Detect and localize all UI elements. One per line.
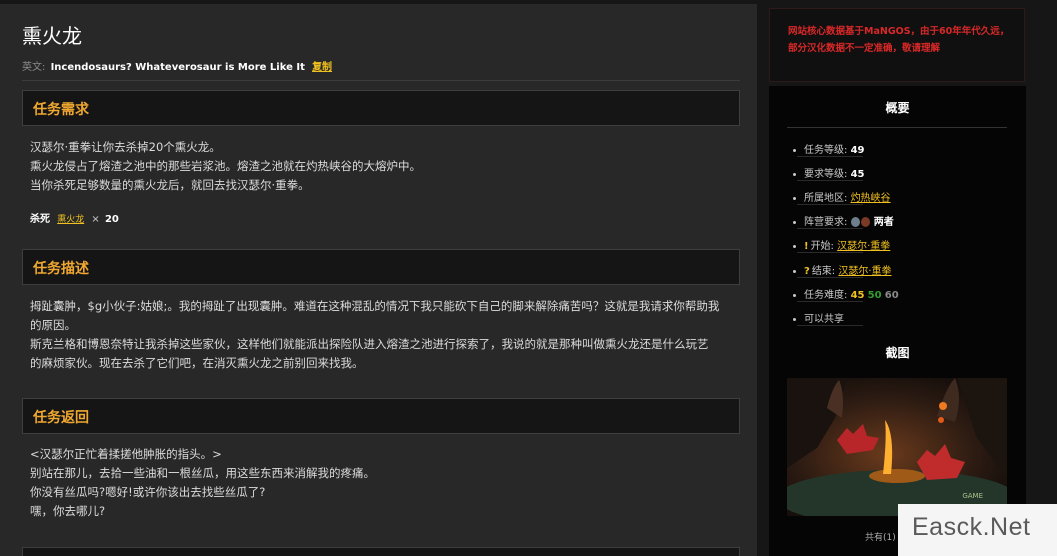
info-label: 任务等级: — [804, 145, 848, 156]
info-quest-start: ! 开始: 汉瑟尔·重拳 — [793, 237, 890, 252]
screenshot-title: 截图 — [885, 346, 910, 360]
notice-text: 网站核心数据基于MaNGOS，由于60年年代久远，部分汉化数据不一定准确，敬请理… — [788, 26, 1010, 54]
sidebar-divider — [787, 127, 1007, 128]
requirements-text: 汉瑟尔·重拳让你去杀掉20个熏火龙。 熏火龙侵占了熔渣之池中的那些岩浆池。熔渣之… — [30, 138, 742, 195]
info-faction: 阵营要求: 两者 — [793, 213, 894, 228]
kill-label: 杀死 — [30, 214, 50, 225]
info-value: 45 — [850, 169, 865, 180]
screenshot-image-icon: GAME — [787, 378, 1007, 516]
text-line: 别站在那儿，去拾一些油和一根丝瓜，用这些东西来消解我的疼痛。 — [30, 466, 375, 480]
text-line: 的麻烦家伙。现在去杀了它们吧，在消灭熏火龙之前别回来找我。 — [30, 356, 364, 370]
info-label: 可以共享 — [804, 314, 844, 325]
screenshot-count: 共有(1) — [865, 533, 896, 543]
section-header-description: 任务描述 — [22, 249, 740, 285]
item-underline — [797, 228, 863, 229]
return-text: <汉瑟尔正忙着揉搓他肿胀的指头。> 别站在那儿，去拾一些油和一根丝瓜，用这些东西… — [30, 445, 742, 521]
english-title: Incendosaurs? Whateverosaur is More Like… — [50, 62, 305, 73]
data-notice-box: 网站核心数据基于MaNGOS，由于60年年代久远，部分汉化数据不一定准确，敬请理… — [769, 8, 1025, 82]
bullet-icon — [793, 148, 796, 152]
exclamation-icon: ! — [804, 241, 809, 252]
section-heading: 任务返回 — [33, 410, 89, 426]
kill-objective: 杀死 熏火龙 × 20 — [30, 210, 119, 225]
item-underline — [797, 252, 863, 253]
section-header-return: 任务返回 — [22, 398, 740, 434]
kill-count: 20 — [104, 214, 119, 225]
info-label: 要求等级: — [804, 169, 848, 180]
start-npc-link[interactable]: 汉瑟尔·重拳 — [837, 241, 890, 252]
watermark-logo: Easck.Net — [898, 504, 1057, 556]
difficulty-value-green: 50 — [867, 290, 882, 301]
info-difficulty: 任务难度: 45 50 60 — [793, 286, 899, 301]
bullet-icon — [793, 172, 796, 176]
item-underline — [797, 204, 863, 205]
info-zone: 所属地区: 灼热峡谷 — [793, 189, 891, 204]
bullet-icon — [793, 220, 796, 224]
item-underline — [797, 301, 863, 302]
item-underline — [797, 180, 863, 181]
info-label: 任务难度: — [804, 290, 848, 301]
kill-multiplier: × — [91, 214, 100, 225]
text-line: 汉瑟尔·重拳让你去杀掉20个熏火龙。 — [30, 140, 221, 154]
text-line: 斯克兰格和博恩奈特让我杀掉这些家伙，这样他们就能派出探险队进入熔渣之池进行探索了… — [30, 337, 709, 351]
section-header-next — [22, 547, 740, 556]
watermark-text: Easck.Net — [912, 513, 1031, 541]
info-label: 所属地区: — [804, 193, 848, 204]
info-quest-level: 任务等级: 49 — [793, 141, 864, 156]
text-line: 熏火龙侵占了熔渣之池中的那些岩浆池。熔渣之池就在灼热峡谷的大熔炉中。 — [30, 159, 421, 173]
info-label: 开始: — [810, 241, 834, 252]
item-underline — [797, 277, 863, 278]
info-label: 结束: — [811, 266, 836, 277]
difficulty-value-grey: 60 — [884, 290, 899, 301]
info-quest-end: ? 结束: 汉瑟尔·重拳 — [793, 262, 892, 277]
question-icon: ? — [804, 266, 810, 277]
description-text: 拇趾囊肿，$g小伙子:姑娘;。我的拇趾了出现囊肿。难道在这种混乱的情况下我只能砍… — [30, 297, 742, 373]
info-value: 两者 — [873, 217, 894, 228]
text-line: <汉瑟尔正忙着揉搓他肿胀的指头。> — [30, 447, 222, 461]
bullet-icon — [793, 244, 796, 248]
kill-target-link[interactable]: 熏火龙 — [57, 215, 84, 225]
text-line: 嘿，你去哪儿? — [30, 504, 106, 518]
svg-text:GAME: GAME — [962, 492, 983, 500]
text-line: 拇趾囊肿，$g小伙子:姑娘;。我的拇趾了出现囊肿。难道在这种混乱的情况下我只能砍… — [30, 299, 720, 313]
quest-main-panel: 熏火龙 英文: Incendosaurs? Whateverosaur is M… — [0, 4, 757, 556]
english-title-row: 英文: Incendosaurs? Whateverosaur is More … — [22, 58, 332, 73]
title-divider — [22, 80, 740, 81]
bullet-icon — [793, 269, 796, 273]
copy-button[interactable]: 复制 — [312, 62, 332, 73]
page-title: 熏火龙 — [22, 24, 82, 48]
text-line: 当你杀死足够数量的熏火龙后，就回去找汉瑟尔·重拳。 — [30, 178, 310, 192]
text-line: 的原因。 — [30, 318, 76, 332]
item-underline — [797, 325, 863, 326]
end-npc-link[interactable]: 汉瑟尔·重拳 — [838, 266, 891, 277]
alliance-icon — [850, 217, 860, 227]
section-header-requirements: 任务需求 — [22, 90, 740, 126]
section-heading: 任务需求 — [33, 102, 89, 118]
zone-link[interactable]: 灼热峡谷 — [851, 193, 891, 204]
bullet-icon — [793, 317, 796, 321]
english-title-label: 英文: — [22, 62, 46, 73]
quest-sidebar: 概要 任务等级: 49 要求等级: 45 所属地区: 灼热峡谷 阵营要求: 两者… — [769, 86, 1026, 556]
section-heading: 任务描述 — [33, 261, 89, 277]
difficulty-value-yellow: 45 — [850, 290, 865, 301]
bullet-icon — [793, 293, 796, 297]
overview-title: 概要 — [885, 101, 910, 115]
horde-icon — [860, 217, 870, 227]
quest-screenshot[interactable]: GAME — [787, 378, 1007, 516]
info-required-level: 要求等级: 45 — [793, 165, 864, 180]
bullet-icon — [793, 196, 796, 200]
text-line: 你没有丝瓜吗?嗯好!或许你该出去找些丝瓜了? — [30, 485, 266, 499]
info-value: 49 — [850, 145, 865, 156]
info-shareable: 可以共享 — [793, 310, 844, 325]
info-label: 阵营要求: — [804, 217, 848, 228]
item-underline — [797, 156, 863, 157]
